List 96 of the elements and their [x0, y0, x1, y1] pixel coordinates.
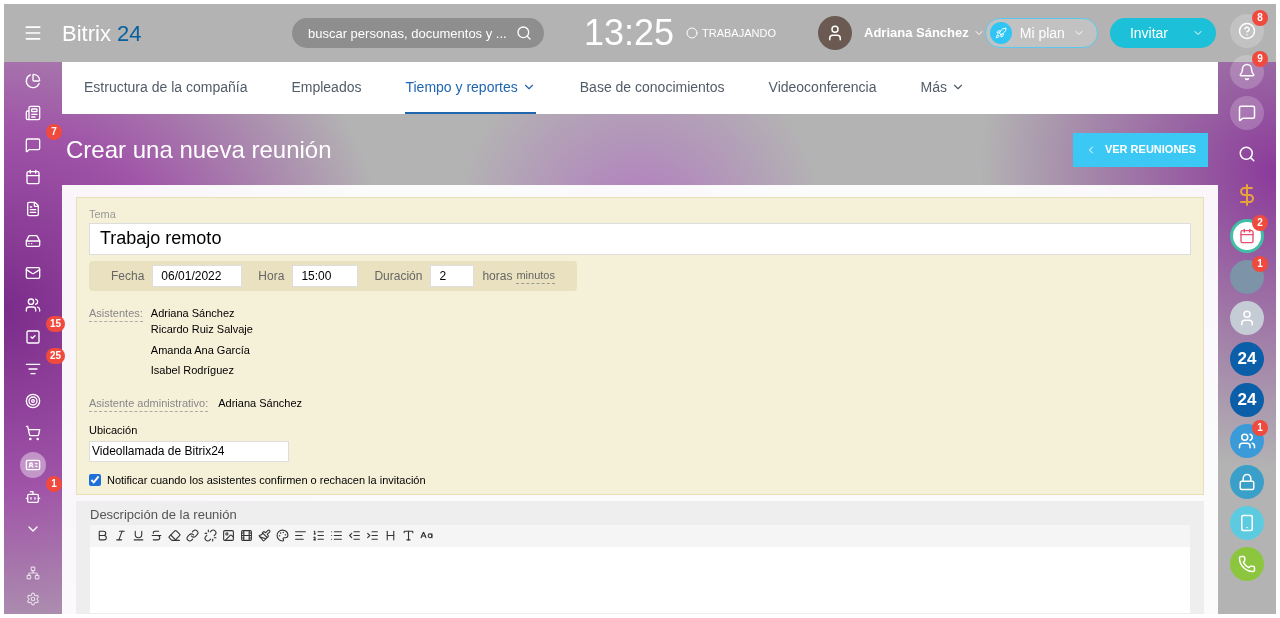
count-badge: 8: [1252, 10, 1268, 26]
time-field[interactable]: 15:00: [292, 264, 359, 287]
count-badge: 1: [1252, 256, 1268, 272]
rocket-icon: [989, 22, 1012, 44]
paintbrush-icon[interactable]: [258, 529, 271, 542]
topic-field[interactable]: Trabajo remoto: [89, 222, 1191, 255]
help-button[interactable]: [1230, 14, 1264, 48]
attendee-name: Adriana Sánchez: [150, 305, 236, 321]
bold-icon[interactable]: [96, 529, 109, 542]
link-icon[interactable]: [186, 529, 199, 542]
calendar-icon: [25, 169, 41, 185]
palette-icon[interactable]: [276, 529, 289, 542]
chat-button[interactable]: 24: [1230, 383, 1264, 417]
person-icon: [1238, 309, 1256, 327]
filter-icon: [25, 361, 41, 377]
page-title: Crear una nueva reunión: [66, 134, 332, 165]
checkbox-icon: [25, 329, 41, 345]
chat-icon: [25, 137, 41, 153]
numbered-list-icon[interactable]: [312, 529, 325, 542]
count-badge: 15: [46, 316, 66, 332]
checkbox-label: Notificar cuando los asistentes confirmen o rechacen la invitación: [107, 472, 426, 488]
bell-icon: [1238, 63, 1256, 81]
phone-device-icon: [1238, 514, 1256, 532]
group-icon: [1238, 432, 1256, 450]
image-icon[interactable]: [222, 529, 235, 542]
person-icon: [826, 24, 844, 42]
font-icon[interactable]: [402, 529, 415, 542]
italic-icon[interactable]: [114, 529, 127, 542]
document-icon: [25, 201, 41, 217]
help-icon: [1238, 22, 1256, 40]
feed-icon: [25, 105, 41, 121]
field-label: Hora: [258, 267, 285, 285]
notifications-button[interactable]: [1230, 55, 1264, 89]
eraser-icon[interactable]: [168, 529, 181, 542]
count-badge: 25: [46, 348, 66, 364]
count-badge: 7: [46, 124, 62, 140]
attendee-name: Amanda Ana García: [150, 342, 251, 358]
target-icon: [25, 393, 41, 409]
sidebar-item[interactable]: [20, 452, 46, 478]
nav-tab[interactable]: Tiempo y reportes: [405, 62, 536, 114]
unlink-icon[interactable]: [204, 529, 217, 542]
outdent-icon[interactable]: [348, 529, 361, 542]
group-chat-button[interactable]: [1230, 424, 1264, 458]
heading-icon[interactable]: [384, 529, 397, 542]
nav-tab[interactable]: Estructura de la compañía: [84, 62, 248, 114]
location-field[interactable]: Videollamada de Bitrix24: [89, 440, 289, 462]
date-field[interactable]: 06/01/2022: [152, 264, 243, 287]
nav-tab[interactable]: Empleados: [291, 62, 362, 114]
id-card-icon: [25, 457, 41, 473]
assistant-name: Adriana Sánchez: [218, 395, 302, 411]
clock: 13:25: [583, 11, 675, 55]
avatar[interactable]: [818, 16, 852, 50]
unit-label: horas: [482, 267, 513, 285]
search-icon: [515, 25, 532, 41]
align-left-icon[interactable]: [294, 529, 307, 542]
duration-field[interactable]: 2: [430, 264, 475, 287]
avatar[interactable]: [1230, 301, 1264, 335]
field-label: Descripción de la reunión: [90, 506, 238, 524]
attendee-name: Isabel Rodríguez: [150, 363, 235, 378]
network-icon[interactable]: [26, 566, 40, 580]
calendar-chat-button[interactable]: [1230, 219, 1264, 253]
lock-button[interactable]: [1230, 465, 1264, 499]
nav-tab[interactable]: Base de conocimientos: [579, 62, 725, 114]
chat-icon: [1238, 104, 1256, 122]
count-badge: 1: [1252, 420, 1268, 436]
chat-button[interactable]: [1230, 96, 1264, 130]
bullet-list-icon[interactable]: [330, 529, 343, 542]
count-badge: 1: [46, 476, 62, 492]
nav-tab[interactable]: Más: [920, 62, 965, 114]
lock-icon: [1238, 473, 1256, 491]
count-badge: 9: [1252, 51, 1268, 67]
notify-checkbox[interactable]: [89, 473, 101, 486]
chart-icon: [25, 73, 41, 89]
drive-icon: [25, 233, 41, 249]
search-field[interactable]: buscar personas, documentos y ...: [291, 18, 544, 48]
robot-icon: [25, 489, 41, 505]
cart-icon: [25, 425, 41, 441]
mail-icon: [25, 265, 41, 281]
indent-icon[interactable]: [366, 529, 379, 542]
field-label: Duración: [374, 267, 423, 285]
strikethrough-icon[interactable]: [150, 529, 163, 542]
field-label: Fecha: [111, 267, 145, 285]
search-icon: [1238, 145, 1256, 163]
underline-icon[interactable]: [132, 529, 145, 542]
count-badge: 2: [1252, 215, 1268, 231]
chat-button[interactable]: 24: [1230, 342, 1264, 376]
film-icon[interactable]: [240, 529, 253, 542]
attendee-name: Ricardo Ruiz Salvaje: [150, 322, 253, 337]
unit-link[interactable]: minutos: [516, 266, 555, 285]
calendar-icon: [1239, 228, 1255, 244]
group-icon: [25, 297, 41, 313]
status-icon: [686, 27, 699, 39]
field-label: Ubicación: [89, 423, 139, 438]
phone-icon: [1238, 555, 1256, 573]
nav-tab[interactable]: Videoconferencia: [768, 62, 877, 114]
field-label: Tema: [89, 207, 117, 222]
